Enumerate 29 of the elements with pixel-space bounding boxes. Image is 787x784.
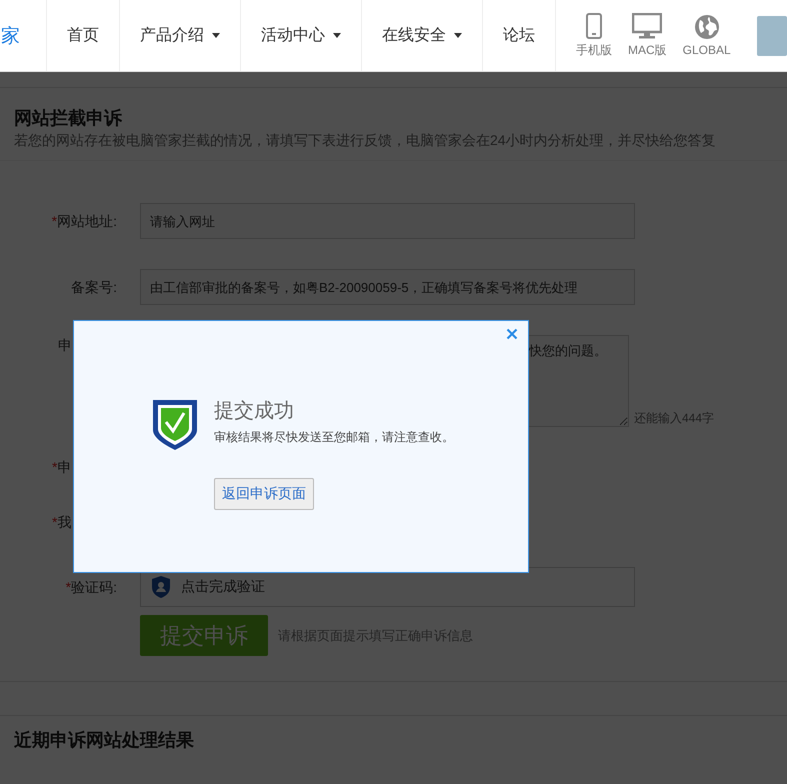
field-label: *网站地址: (50, 212, 117, 231)
platform-link[interactable]: MAC版 (620, 0, 675, 71)
field-label: *我 (51, 513, 72, 532)
back-button[interactable]: 返回申诉页面 (214, 478, 314, 510)
nav-link[interactable]: 在线安全 (362, 0, 483, 71)
field-label: *申 (51, 458, 72, 477)
section-title: 近期申诉网站处理结果 (14, 729, 195, 752)
dialog-message: 审核结果将尽快发送至您邮箱，请注意查收。 (214, 429, 454, 446)
text-field[interactable]: 由工信部审批的备案号，如粤B2-20090059-5，正确填写备案号将优先处理 (140, 269, 635, 305)
close-icon[interactable] (506, 327, 520, 341)
field-label: 备案号: (70, 278, 117, 297)
field-label: *验证码: (64, 578, 117, 597)
platform-link[interactable]: GLOBAL (674, 0, 739, 71)
dialog-title: 提交成功 (214, 400, 294, 422)
nav-link[interactable]: 产品介绍 (120, 0, 241, 71)
field-label: 申 (57, 336, 73, 355)
nav-link[interactable]: 活动中心 (241, 0, 362, 71)
monitor-icon (632, 12, 662, 38)
nav-link[interactable]: 论坛 (483, 0, 556, 71)
shield-check-icon (153, 400, 197, 450)
page-title: 网站拦截申诉 (14, 107, 123, 130)
phone-icon (586, 12, 602, 38)
text-field[interactable]: 请输入网址 (140, 203, 635, 239)
globe-icon (694, 14, 720, 40)
shield-icon (151, 575, 171, 599)
avatar-placeholder[interactable] (756, 16, 787, 56)
logo-text[interactable]: 家 (0, 0, 47, 71)
nav-link[interactable]: 首页 (47, 0, 120, 71)
platform-link[interactable]: 手机版 (568, 0, 620, 71)
